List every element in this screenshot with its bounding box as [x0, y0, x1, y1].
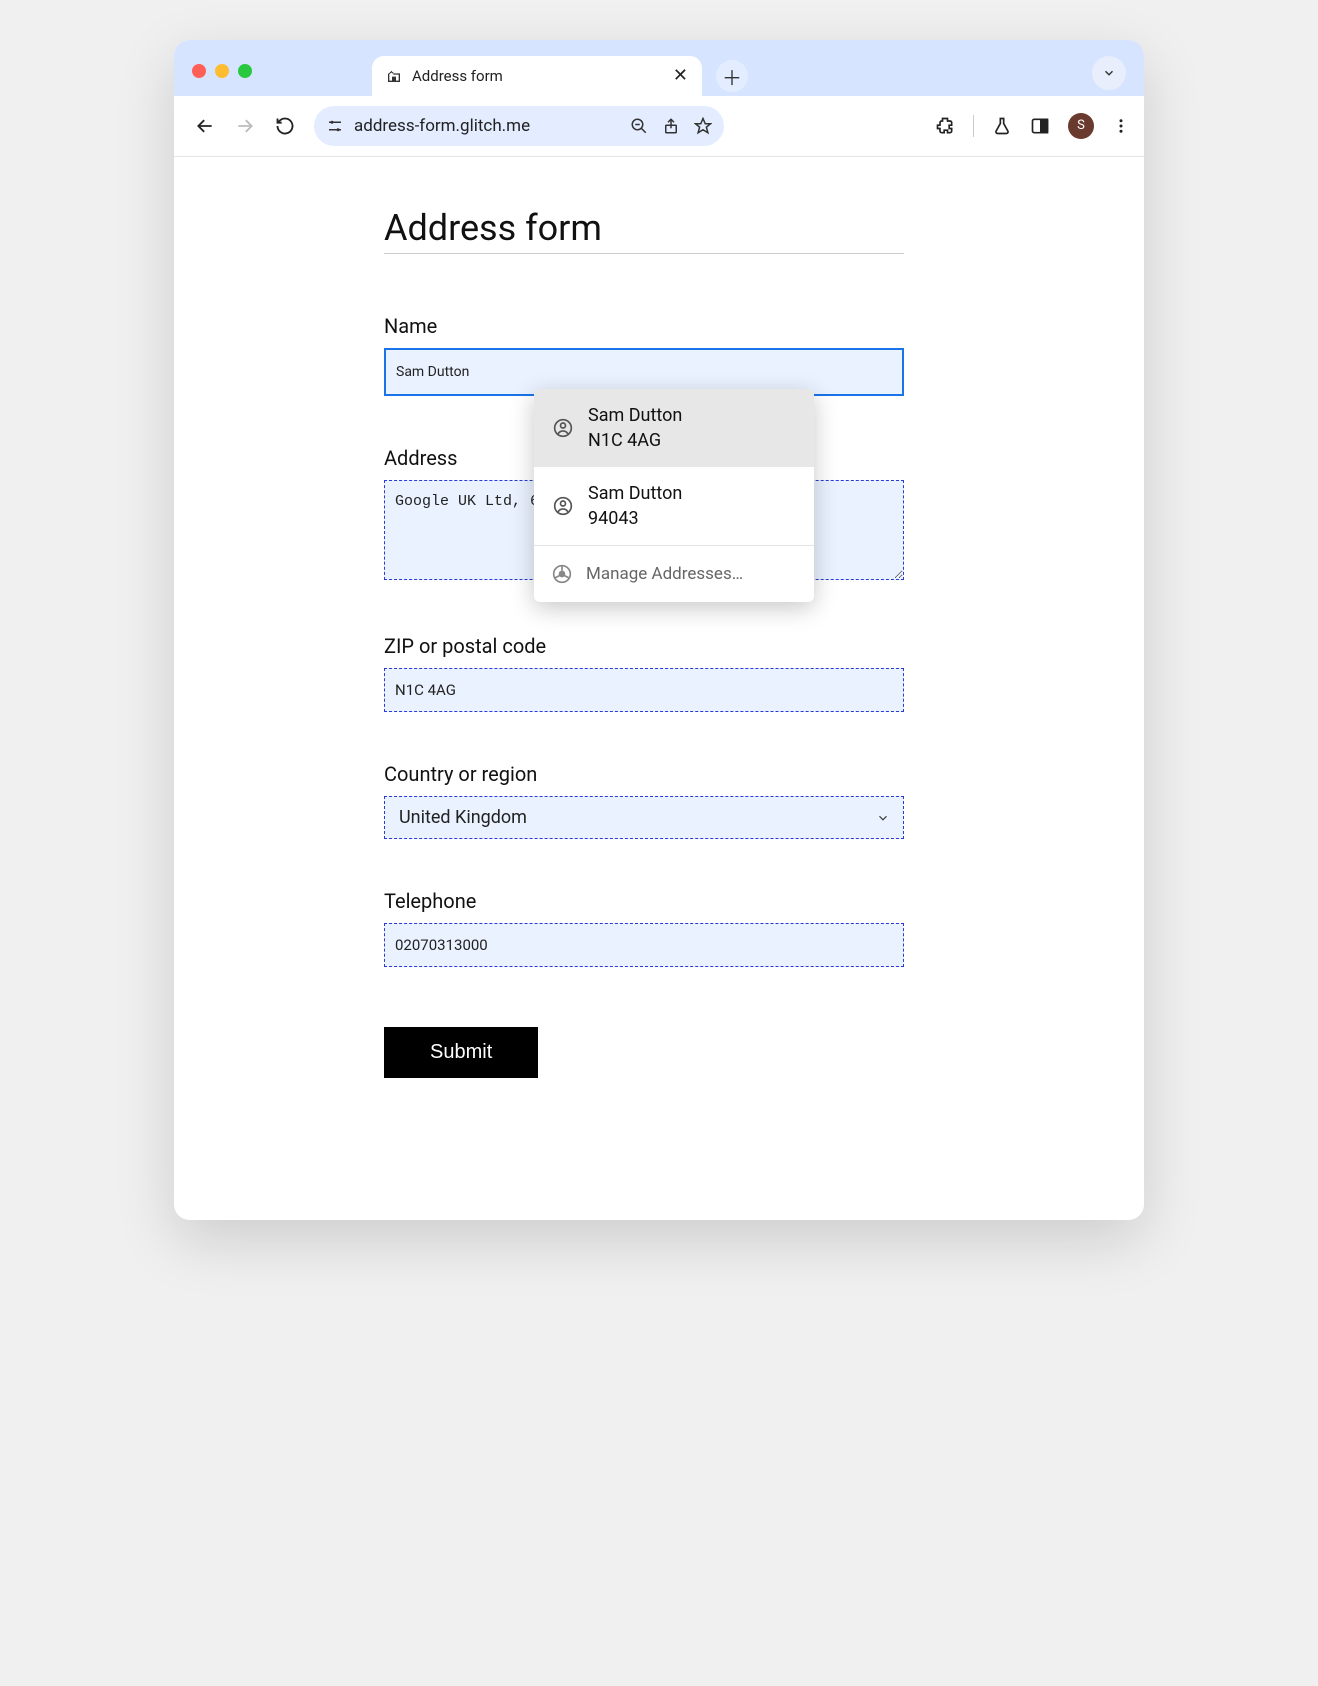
address-bar[interactable]: address-form.glitch.me: [314, 106, 724, 146]
extensions-icon[interactable]: [935, 116, 955, 136]
country-select[interactable]: United Kingdom: [384, 796, 904, 839]
browser-toolbar: address-form.glitch.me: [174, 96, 1144, 156]
tab-close-icon[interactable]: ✕: [673, 67, 688, 85]
autofill-suggestion[interactable]: Sam Dutton 94043: [534, 467, 814, 545]
country-label: Country or region: [384, 762, 904, 786]
window-minimize-button[interactable]: [215, 64, 229, 78]
chrome-icon: [552, 564, 572, 584]
autofill-sub: 94043: [588, 508, 682, 529]
manage-addresses-link[interactable]: Manage Addresses…: [534, 545, 814, 602]
url-text: address-form.glitch.me: [354, 116, 530, 136]
page-content: Address form Name Address ZIP or postal …: [174, 156, 1144, 1220]
address-form: Address form Name Address ZIP or postal …: [384, 207, 904, 1078]
tab-strip: Address form ✕ ＋: [174, 40, 1144, 96]
bookmark-star-icon[interactable]: [694, 117, 712, 135]
window-zoom-button[interactable]: [238, 64, 252, 78]
window-close-button[interactable]: [192, 64, 206, 78]
reload-button[interactable]: [268, 109, 302, 143]
window-controls: [192, 64, 252, 78]
tab-favicon-icon: [386, 68, 402, 84]
zip-label: ZIP or postal code: [384, 634, 904, 658]
zoom-icon[interactable]: [630, 117, 648, 135]
toolbar-separator: [973, 115, 974, 137]
share-icon[interactable]: [662, 117, 680, 135]
person-icon: [552, 495, 574, 517]
field-zip: ZIP or postal code: [384, 634, 904, 712]
autofill-suggestion[interactable]: Sam Dutton N1C 4AG: [534, 389, 814, 467]
page-title: Address form: [384, 207, 904, 254]
autofill-name: Sam Dutton: [588, 483, 682, 504]
new-tab-button[interactable]: ＋: [716, 60, 748, 92]
person-icon: [552, 417, 574, 439]
overflow-menu-icon[interactable]: [1112, 117, 1130, 135]
forward-button[interactable]: [228, 109, 262, 143]
tab-title: Address form: [412, 67, 503, 85]
autofill-popup: Sam Dutton N1C 4AG Sam Dutton 94043: [534, 389, 814, 602]
back-button[interactable]: [188, 109, 222, 143]
profile-initial: S: [1077, 118, 1085, 133]
telephone-label: Telephone: [384, 889, 904, 913]
side-panel-icon[interactable]: [1030, 116, 1050, 136]
tab-search-button[interactable]: [1092, 56, 1126, 90]
telephone-input[interactable]: [384, 923, 904, 967]
profile-avatar[interactable]: S: [1068, 113, 1094, 139]
labs-icon[interactable]: [992, 116, 1012, 136]
manage-addresses-label: Manage Addresses…: [586, 564, 743, 584]
autofill-sub: N1C 4AG: [588, 430, 682, 451]
field-telephone: Telephone: [384, 889, 904, 967]
name-label: Name: [384, 314, 904, 338]
field-country: Country or region United Kingdom: [384, 762, 904, 839]
submit-button[interactable]: Submit: [384, 1027, 538, 1078]
browser-tab[interactable]: Address form ✕: [372, 56, 702, 96]
zip-input[interactable]: [384, 668, 904, 712]
browser-window: Address form ✕ ＋ address-form.glitch.me: [174, 40, 1144, 1220]
autofill-name: Sam Dutton: [588, 405, 682, 426]
field-name: Name: [384, 314, 904, 396]
site-controls-icon[interactable]: [326, 117, 344, 135]
